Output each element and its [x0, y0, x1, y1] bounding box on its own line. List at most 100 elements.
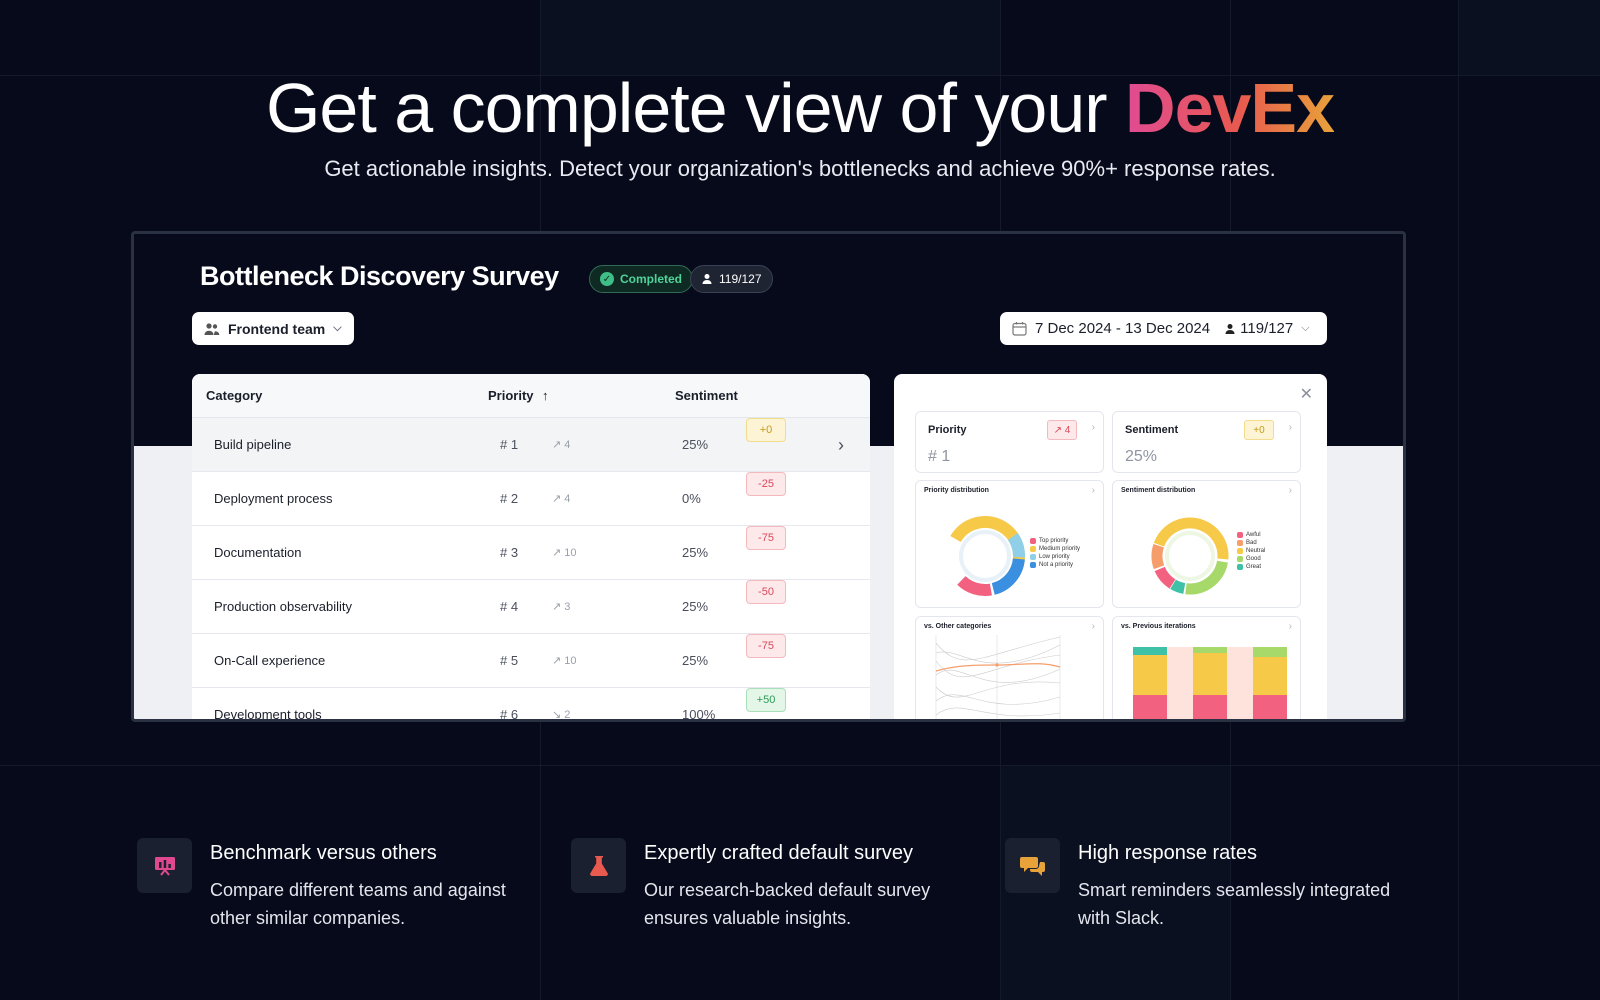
legend-item: Good	[1237, 555, 1265, 563]
date-response-count: 119/127	[1240, 320, 1294, 337]
feature-title: Expertly crafted default survey	[644, 842, 914, 864]
category-detail-panel: ✕ Priority # 1 ↗ 4 › Sentiment 25% +0 › …	[894, 374, 1327, 719]
flask-icon	[571, 838, 626, 893]
vs-previous-iterations-title: vs. Previous iterations	[1121, 623, 1196, 630]
legend-label: Great	[1246, 564, 1262, 570]
category-name: Documentation	[214, 545, 302, 560]
vs-other-categories-title: vs. Other categories	[924, 623, 992, 630]
column-header-category[interactable]: Category	[206, 388, 262, 403]
sentiment-delta-badge: +50	[746, 688, 786, 712]
category-name: Development tools	[214, 707, 322, 722]
app-preview-window: Bottleneck Discovery Survey ✓ Completed …	[131, 231, 1406, 722]
table-row[interactable]: Development tools # 6 ↘ 2 100% +50	[192, 688, 870, 722]
category-table: Category Priority ↑ Sentiment Build pipe…	[192, 374, 870, 722]
priority-rank: # 3	[500, 545, 519, 560]
sentiment-delta-badge: -75	[746, 526, 786, 550]
team-select-label: Frontend team	[228, 320, 326, 337]
hero-title: Get a complete view of your DevEx	[0, 68, 1600, 148]
presentation-chart-icon	[137, 838, 192, 893]
priority-donut-chart	[944, 516, 1025, 596]
priority-trend: ↗ 4	[552, 493, 571, 505]
legend-swatch	[1030, 554, 1036, 560]
chevron-down-icon: ⌵	[333, 322, 342, 334]
legend-label: Awful	[1246, 532, 1261, 538]
stacked-bar-chart	[1133, 647, 1287, 719]
legend-swatch	[1237, 556, 1243, 562]
vs-other-categories-card[interactable]: vs. Other categories ›	[915, 616, 1104, 719]
priority-legend: Top priority Medium priority Low priority N…	[1030, 537, 1080, 569]
priority-rank: # 5	[500, 653, 519, 668]
chevron-right-icon: ›	[1288, 422, 1292, 433]
sentiment-percent: 25%	[682, 437, 709, 452]
priority-card[interactable]: Priority # 1 ↗ 4 ›	[915, 411, 1104, 473]
priority-trend: ↗ 10	[552, 655, 577, 667]
sentiment-percent: 100%	[682, 707, 716, 722]
category-name: Production observability	[214, 599, 353, 614]
response-count: 119/127	[719, 272, 762, 286]
sentiment-delta-badge: -50	[746, 580, 786, 604]
feature-description: Our research-backed default survey ensur…	[644, 880, 931, 928]
legend-label: Bad	[1246, 540, 1257, 546]
survey-title: Bottleneck Discovery Survey	[200, 261, 559, 291]
legend-label: Low priority	[1039, 554, 1070, 560]
priority-distribution-card[interactable]: Priority distribution › Top priority Medi…	[915, 480, 1104, 608]
feature-description: Smart reminders seamlessly integrated wi…	[1078, 880, 1391, 928]
user-icon	[1225, 323, 1235, 334]
column-header-priority[interactable]: Priority	[488, 388, 534, 403]
date-range-label: 7 Dec 2024 - 13 Dec 2024	[1035, 320, 1211, 337]
sort-ascending-icon[interactable]: ↑	[542, 388, 549, 403]
chevron-right-icon: ›	[1091, 422, 1095, 433]
legend-item: Awful	[1237, 531, 1265, 539]
priority-rank: # 4	[500, 599, 519, 614]
legend-swatch	[1030, 562, 1036, 568]
priority-trend: ↗ 3	[552, 601, 571, 613]
legend-item: Medium priority	[1030, 545, 1080, 553]
response-count-badge: 119/127	[690, 265, 773, 293]
sentiment-card-label: Sentiment	[1125, 424, 1179, 436]
priority-card-value: # 1	[928, 448, 951, 465]
users-icon	[204, 322, 220, 335]
sentiment-percent: 0%	[682, 491, 701, 506]
user-icon	[702, 274, 712, 284]
priority-trend: ↘ 2	[552, 709, 571, 721]
legend-swatch	[1237, 548, 1243, 554]
status-label: Completed	[620, 272, 683, 286]
sentiment-distribution-card[interactable]: Sentiment distribution › Awful Bad Neutral…	[1112, 480, 1301, 608]
close-icon[interactable]: ✕	[1300, 384, 1313, 404]
hero-subtitle: Get actionable insights. Detect your org…	[324, 156, 1276, 181]
sentiment-card-value: 25%	[1125, 448, 1158, 465]
category-name: On-Call experience	[214, 653, 326, 668]
sentiment-card[interactable]: Sentiment 25% +0 ›	[1112, 411, 1301, 473]
hero-title-accent: DevEx	[1125, 69, 1335, 147]
vs-previous-iterations-card[interactable]: vs. Previous iterations ›	[1112, 616, 1301, 719]
chevron-right-icon: ›	[1091, 621, 1095, 632]
legend-item: Top priority	[1030, 537, 1080, 545]
hero-title-prefix: Get a complete view of your	[265, 69, 1126, 147]
sentiment-percent: 25%	[682, 599, 709, 614]
legend-label: Top priority	[1039, 538, 1069, 544]
legend-swatch	[1237, 540, 1243, 546]
sentiment-percent: 25%	[682, 653, 709, 668]
chevron-right-icon[interactable]: ›	[838, 418, 844, 472]
calendar-icon	[1012, 322, 1027, 336]
legend-label: Medium priority	[1039, 546, 1081, 552]
bump-chart	[935, 635, 1061, 719]
column-header-sentiment[interactable]: Sentiment	[675, 388, 738, 403]
priority-rank: # 2	[500, 491, 519, 506]
chevron-down-icon: ⌵	[1301, 322, 1310, 334]
legend-swatch	[1237, 532, 1243, 538]
sentiment-donut-chart	[1151, 517, 1229, 595]
feature-title: High response rates	[1078, 842, 1257, 864]
legend-item: Low priority	[1030, 553, 1080, 561]
sentiment-percent: 25%	[682, 545, 709, 560]
date-range-select[interactable]: 7 Dec 2024 - 13 Dec 2024 119/127 ⌵	[1000, 312, 1327, 345]
legend-swatch	[1237, 564, 1243, 570]
team-select[interactable]: Frontend team ⌵	[192, 312, 354, 345]
priority-trend: ↗ 4	[552, 439, 571, 451]
category-name: Deployment process	[214, 491, 333, 506]
legend-item: Neutral	[1237, 547, 1265, 555]
legend-label: Neutral	[1246, 548, 1266, 554]
table-body: Build pipeline # 1 ↗ 4 25% +0 › Deployment pro…	[192, 418, 870, 722]
feature-title: Benchmark versus others	[210, 842, 437, 864]
legend-item: Bad	[1237, 539, 1265, 547]
